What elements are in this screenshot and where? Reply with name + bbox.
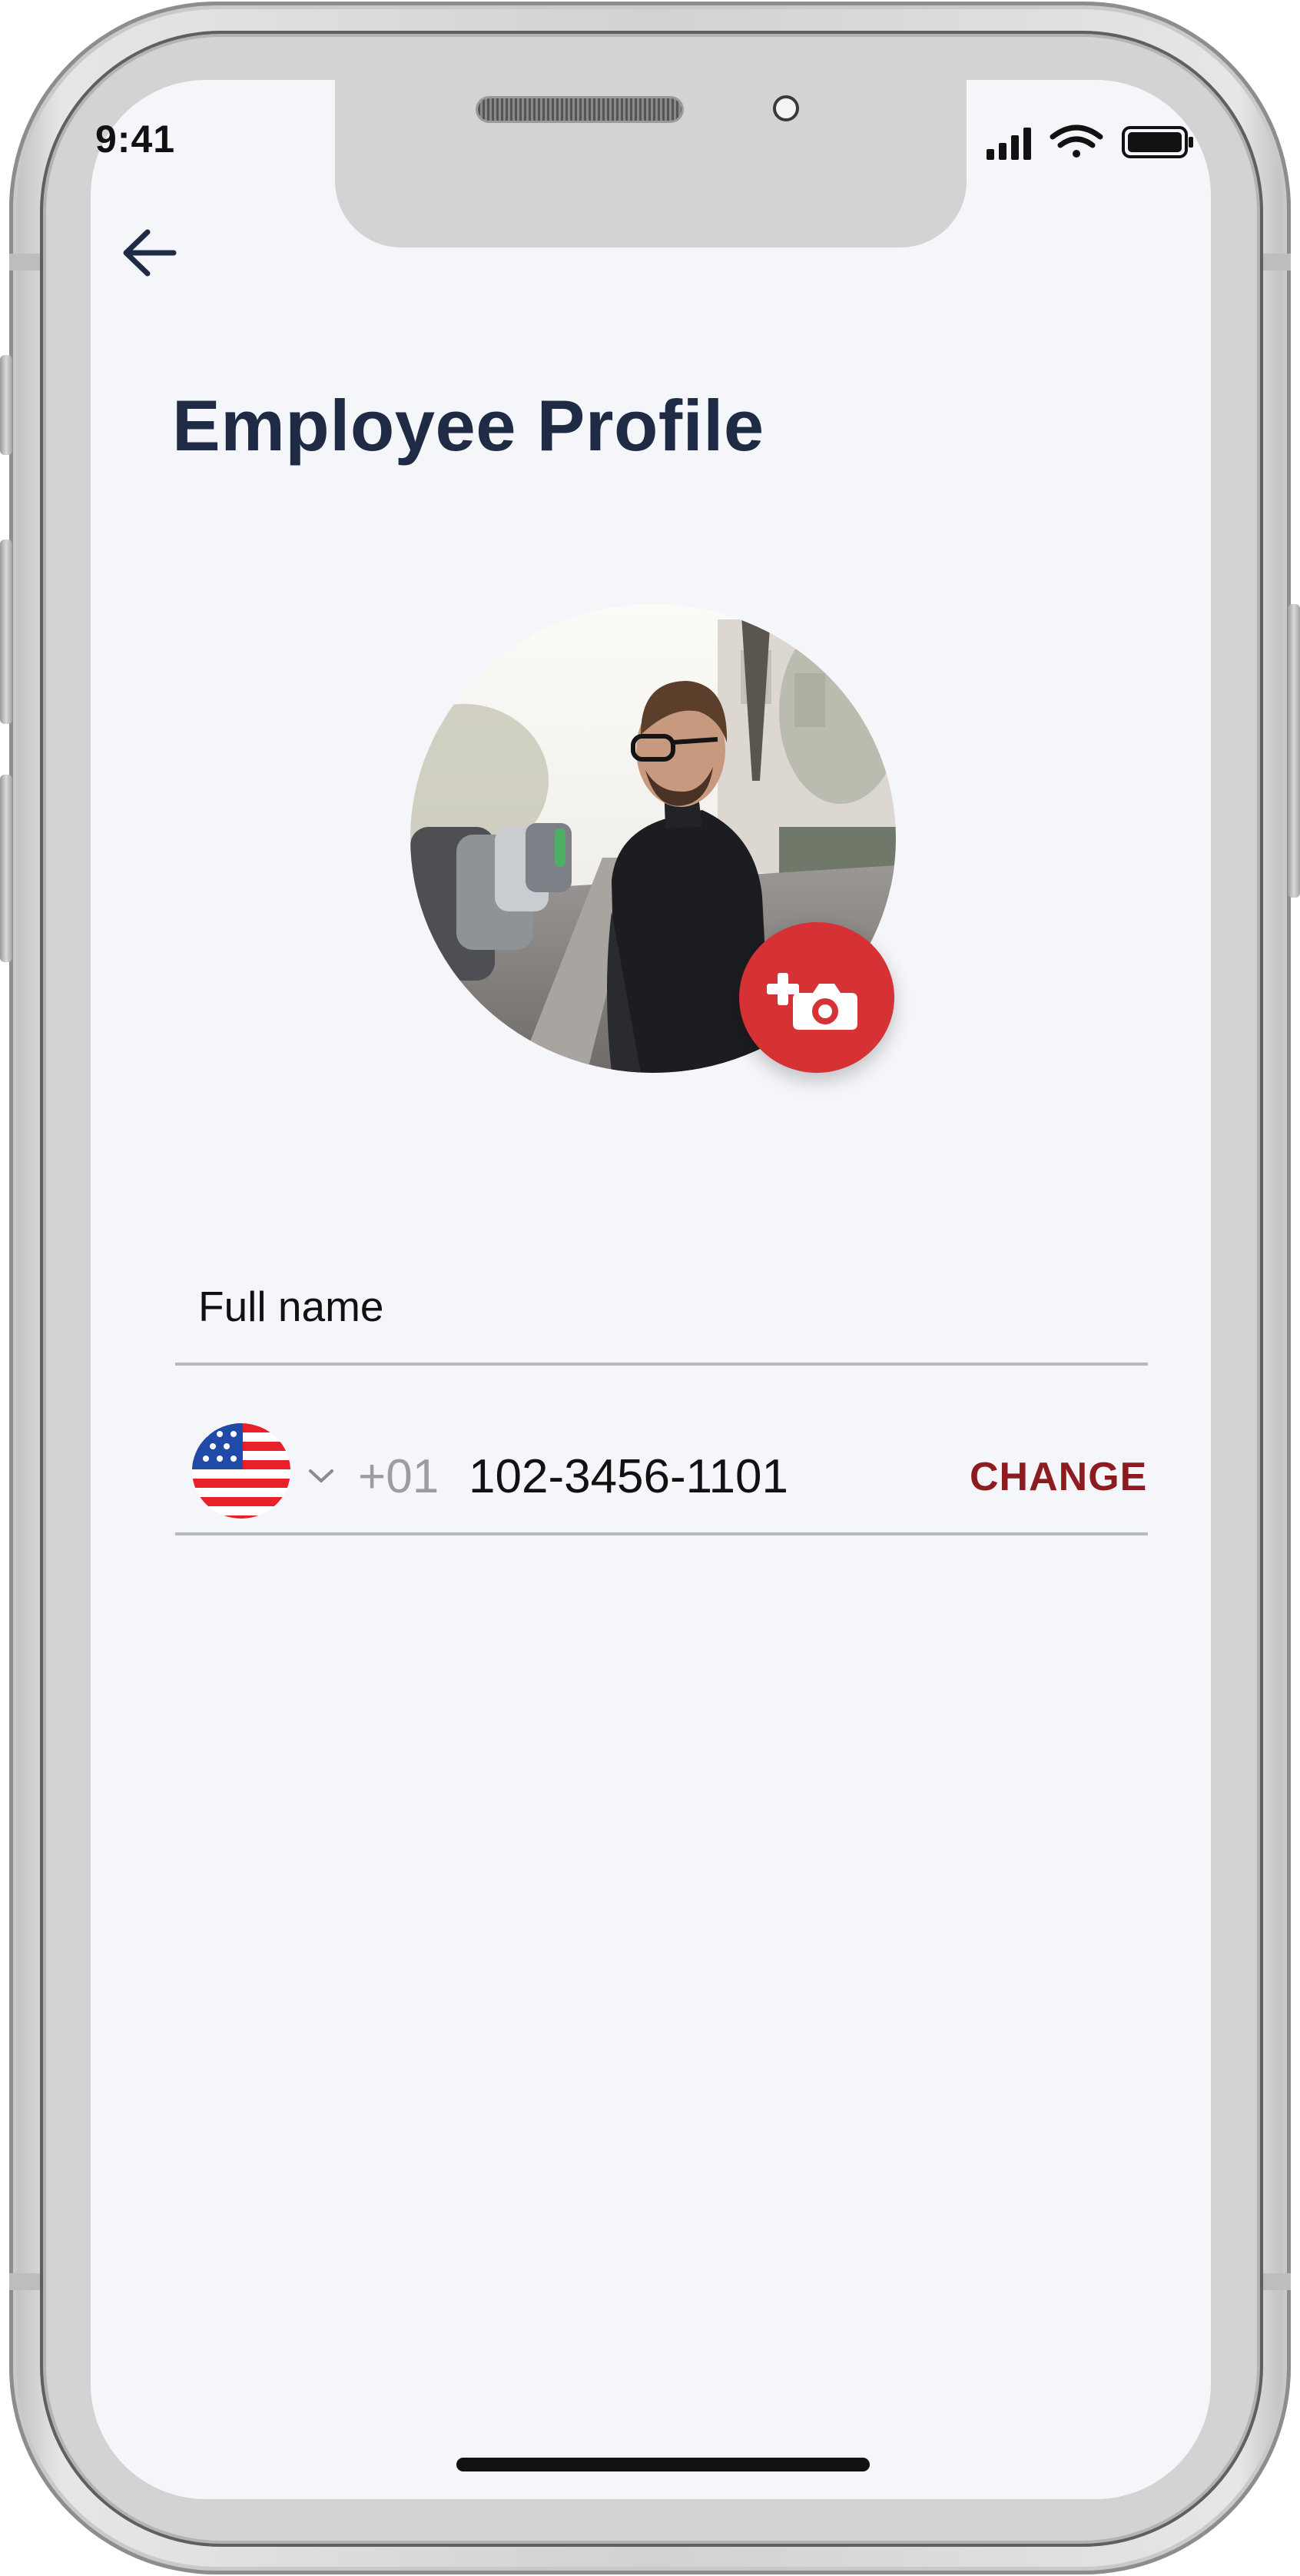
volume-down-button [0,775,12,962]
battery-icon [1122,126,1193,158]
power-button [1288,604,1300,898]
add-camera-icon [767,973,857,1030]
wifi-icon [1050,124,1103,158]
volume-up-button [0,539,12,724]
phone-underline [175,1532,1148,1535]
arrow-left-icon[interactable] [121,227,178,278]
status-time: 9:41 [95,118,176,161]
dial-code: +01 [358,1450,439,1503]
signal-icon [987,128,1031,160]
full-name-underline [175,1363,1148,1366]
front-camera [773,95,799,121]
chevron-down-icon[interactable] [306,1465,337,1486]
phone-number-field[interactable]: 102-3456-1101 [469,1449,788,1504]
home-indicator [456,2458,870,2471]
device-mockup: 9:41 Employee Profile Full name +01 102-… [0,0,1300,2576]
page-title: Employee Profile [172,385,764,466]
status-icons [987,124,1193,160]
us-flag-icon[interactable] [192,1423,290,1519]
change-phone-button[interactable]: CHANGE [970,1454,1147,1500]
earpiece-speaker [478,98,682,121]
full-name-input[interactable]: Full name [198,1282,383,1331]
mute-switch [0,355,12,455]
change-photo-button[interactable] [739,922,894,1073]
